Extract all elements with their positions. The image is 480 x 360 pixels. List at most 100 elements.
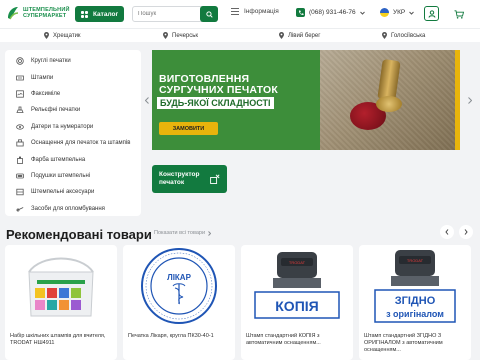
sidebar-item-label: Круглі печатки: [31, 58, 71, 65]
promo-banner[interactable]: ВИГОТОВЛЕННЯ СУРГУЧНИХ ПЕЧАТОК БУДЬ-ЯКОЇ…: [152, 50, 460, 150]
grid-icon: [81, 10, 88, 18]
product-name: Штамп стандартний КОПІЯ з автоматичним о…: [246, 333, 321, 346]
sidebar-item-pads[interactable]: Подушки штемпельні: [5, 168, 141, 184]
location-label: Голосіївська: [391, 32, 426, 39]
map-pin-icon: [279, 32, 284, 39]
product-image: [5, 245, 117, 327]
logo-line2: СУПЕРМАРКЕТ: [23, 13, 67, 19]
chevron-left-icon: [445, 229, 449, 235]
banner-title: ВИГОТОВЛЕННЯ СУРГУЧНИХ ПЕЧАТОК: [159, 73, 279, 96]
logo[interactable]: ШТЕМПЕЛЬНИЙ СУПЕРМАРКЕТ: [6, 5, 70, 21]
sidebar-item-equipment[interactable]: Оснащення для печаток та штампів: [5, 135, 141, 151]
map-pin-icon: [163, 32, 168, 39]
pad-icon: [16, 173, 24, 179]
sidebar-item-label: Рельєфні печатки: [31, 107, 81, 114]
search-button[interactable]: [200, 6, 218, 22]
search-icon: [205, 10, 213, 18]
product-card[interactable]: TRODAT КОПІЯ Штамп стандартний КОПІЯ з а…: [241, 245, 353, 360]
seal-tools-icon: [16, 206, 24, 212]
sidebar-item-daters[interactable]: Датери та нумератори: [5, 119, 141, 135]
relief-stamp-icon: [16, 106, 24, 114]
recommended-title: Рекомендовані товари: [6, 227, 152, 242]
stamp-text: ЛІКАР: [167, 273, 191, 282]
sidebar-item-accessories[interactable]: Штемпельні аксесуари: [5, 184, 141, 200]
products-prev-button[interactable]: [440, 225, 454, 239]
equipment-icon: [16, 139, 24, 147]
location-item[interactable]: Лівий берег: [279, 32, 320, 39]
product-name: Печатка Лікаря, кругла ПК30-40-1: [128, 333, 214, 339]
stamp-text: КОПІЯ: [275, 298, 318, 314]
category-sidebar: Круглі печатки Штампи Факсиміле Рельєфні…: [5, 50, 141, 216]
location-item[interactable]: Хрещатик: [44, 32, 81, 39]
stamp-icon: [16, 75, 24, 80]
product-card[interactable]: ЛІКАР Печатка Лікаря, кругла ПК30-40-1: [123, 245, 235, 360]
cart-icon: [454, 9, 464, 19]
product-card[interactable]: Набір шкільних штампів для вчителя, TROD…: [5, 245, 117, 360]
sidebar-item-label: Фарба штемпельна: [31, 156, 86, 163]
stamp-constructor-button[interactable]: Конструктор печаток: [152, 165, 227, 193]
location-item[interactable]: Печерськ: [163, 32, 198, 39]
order-button[interactable]: ЗАМОВИТИ: [159, 122, 218, 135]
sidebar-item-label: Штампи: [31, 74, 54, 81]
location-label: Лівий берег: [288, 32, 321, 39]
signature-icon: [16, 90, 24, 98]
product-image: ЛІКАР: [123, 245, 235, 327]
stamp-text-line1: ЗГІДНО: [395, 295, 436, 307]
accessories-icon: [16, 189, 24, 196]
dater-icon: [16, 124, 24, 130]
sidebar-item-facsimile[interactable]: Факсиміле: [5, 86, 141, 102]
banner-prev-button[interactable]: [143, 96, 151, 104]
product-name: Штамп стандартний ЗГІДНО З ОРИГІНАЛОМ з …: [364, 333, 443, 353]
chevron-left-icon: [145, 96, 149, 104]
language-switch[interactable]: УКР: [380, 8, 415, 17]
phone-number: (068) 931-46-76: [309, 9, 356, 16]
sidebar-item-round-stamps[interactable]: Круглі печатки: [5, 53, 141, 69]
location-label: Печерськ: [172, 32, 199, 39]
ink-icon: [17, 156, 23, 164]
sidebar-item-stamps[interactable]: Штампи: [5, 69, 141, 85]
sidebar-item-label: Оснащення для печаток та штампів: [31, 140, 131, 147]
cart-button[interactable]: [452, 7, 466, 21]
sidebar-item-seal-tools[interactable]: Засоби для опломбування: [5, 201, 141, 217]
account-button[interactable]: [424, 6, 439, 21]
constructor-icon: [210, 174, 220, 184]
phone-link[interactable]: (068) 931-46-76: [296, 8, 365, 17]
info-label: Інформація: [244, 8, 279, 15]
info-menu[interactable]: Інформація: [231, 8, 279, 15]
sidebar-item-relief-stamps[interactable]: Рельєфні печатки: [5, 102, 141, 118]
stamp-text-line2: з оригіналом: [386, 309, 444, 319]
product-name: Набір шкільних штампів для вчителя, TROD…: [10, 333, 106, 346]
chevron-right-icon: [208, 230, 212, 236]
sidebar-item-ink[interactable]: Фарба штемпельна: [5, 151, 141, 167]
banner-tag: БУДЬ-ЯКОЇ СКЛАДНОСТІ: [157, 97, 274, 109]
round-stamp-icon: [16, 57, 24, 65]
sidebar-item-label: Факсиміле: [31, 90, 61, 97]
location-item[interactable]: Голосіївська: [382, 32, 425, 39]
product-image: TRODAT КОПІЯ: [241, 245, 353, 327]
map-pin-icon: [44, 32, 49, 39]
chevron-right-icon: [464, 229, 468, 235]
product-image: TRODAT ЗГІДНО з оригіналом: [359, 245, 471, 327]
see-all-link[interactable]: Показати всі товари: [154, 230, 212, 236]
locations-bar: Хрещатик Печерськ Лівий берег Голосіївсь…: [0, 28, 480, 42]
chevron-down-icon: [409, 11, 415, 15]
chevron-down-icon: [359, 11, 365, 15]
location-label: Хрещатик: [53, 32, 81, 39]
menu-icon: [231, 8, 239, 15]
banner-next-button[interactable]: [466, 96, 474, 104]
language-label: УКР: [393, 9, 406, 16]
sidebar-item-label: Засоби для опломбування: [31, 205, 105, 212]
map-pin-icon: [382, 32, 387, 39]
search-input[interactable]: [133, 11, 197, 17]
svg-text:TRODAT: TRODAT: [407, 258, 424, 263]
ukraine-flag-icon: [380, 8, 389, 17]
svg-text:TRODAT: TRODAT: [289, 260, 306, 265]
sidebar-item-label: Штемпельні аксесуари: [31, 189, 95, 196]
phone-icon: [296, 8, 305, 17]
catalog-label: Каталог: [93, 10, 119, 18]
search-box: [132, 6, 218, 22]
catalog-button[interactable]: Каталог: [75, 6, 124, 22]
product-card[interactable]: TRODAT ЗГІДНО з оригіналом Штамп стандар…: [359, 245, 471, 360]
products-next-button[interactable]: [459, 225, 473, 239]
wax-seal-photo: [320, 50, 460, 150]
